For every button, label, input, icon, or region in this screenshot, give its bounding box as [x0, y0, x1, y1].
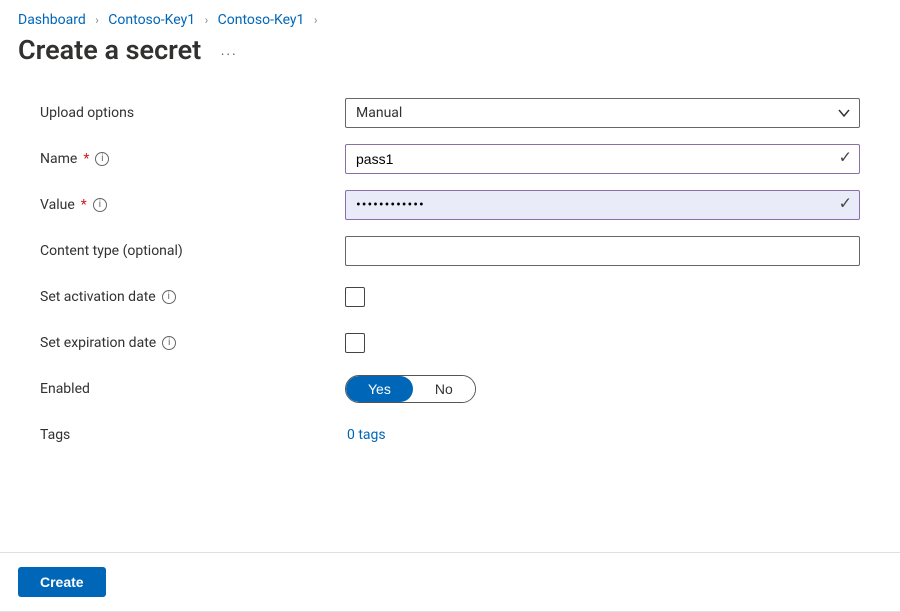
more-actions-button[interactable]: ··· — [221, 47, 238, 63]
breadcrumb-item-dashboard[interactable]: Dashboard — [18, 12, 86, 28]
checkmark-icon: ✓ — [839, 194, 852, 213]
content-type-label: Content type (optional) — [40, 243, 183, 259]
required-asterisk: * — [81, 197, 87, 213]
info-icon[interactable]: i — [162, 290, 176, 304]
enabled-toggle: Yes No — [345, 375, 476, 403]
breadcrumb-item-keyvault[interactable]: Contoso-Key1 — [108, 12, 195, 28]
chevron-right-icon: › — [205, 13, 209, 27]
activation-date-checkbox[interactable] — [345, 287, 365, 307]
content-type-input[interactable] — [345, 236, 860, 266]
name-input[interactable] — [345, 144, 860, 174]
checkmark-icon: ✓ — [839, 148, 852, 167]
enabled-option-no[interactable]: No — [413, 376, 475, 402]
activation-date-label: Set activation date — [40, 289, 156, 305]
info-icon[interactable]: i — [162, 336, 176, 350]
upload-options-value: Manual — [356, 105, 402, 121]
tags-label: Tags — [40, 427, 70, 443]
chevron-down-icon — [837, 106, 851, 120]
value-input[interactable] — [345, 190, 860, 220]
name-label: Name — [40, 151, 77, 167]
chevron-right-icon: › — [314, 13, 318, 27]
info-icon[interactable]: i — [93, 198, 107, 212]
breadcrumb: Dashboard › Contoso-Key1 › Contoso-Key1 … — [0, 0, 900, 30]
value-label: Value — [40, 197, 75, 213]
chevron-right-icon: › — [95, 13, 99, 27]
breadcrumb-item-secrets[interactable]: Contoso-Key1 — [218, 12, 305, 28]
required-asterisk: * — [83, 151, 89, 167]
expiration-date-label: Set expiration date — [40, 335, 156, 351]
page-title: Create a secret — [18, 34, 201, 66]
create-button[interactable]: Create — [18, 567, 106, 597]
upload-options-label: Upload options — [40, 105, 134, 121]
footer-bar: Create — [0, 552, 900, 612]
tags-link[interactable]: 0 tags — [345, 427, 386, 443]
enabled-option-yes[interactable]: Yes — [346, 376, 413, 402]
create-secret-form: Upload options Manual Name * i ✓ V — [0, 90, 900, 458]
info-icon[interactable]: i — [95, 152, 109, 166]
enabled-label: Enabled — [40, 381, 90, 397]
expiration-date-checkbox[interactable] — [345, 333, 365, 353]
upload-options-select[interactable]: Manual — [345, 98, 860, 128]
